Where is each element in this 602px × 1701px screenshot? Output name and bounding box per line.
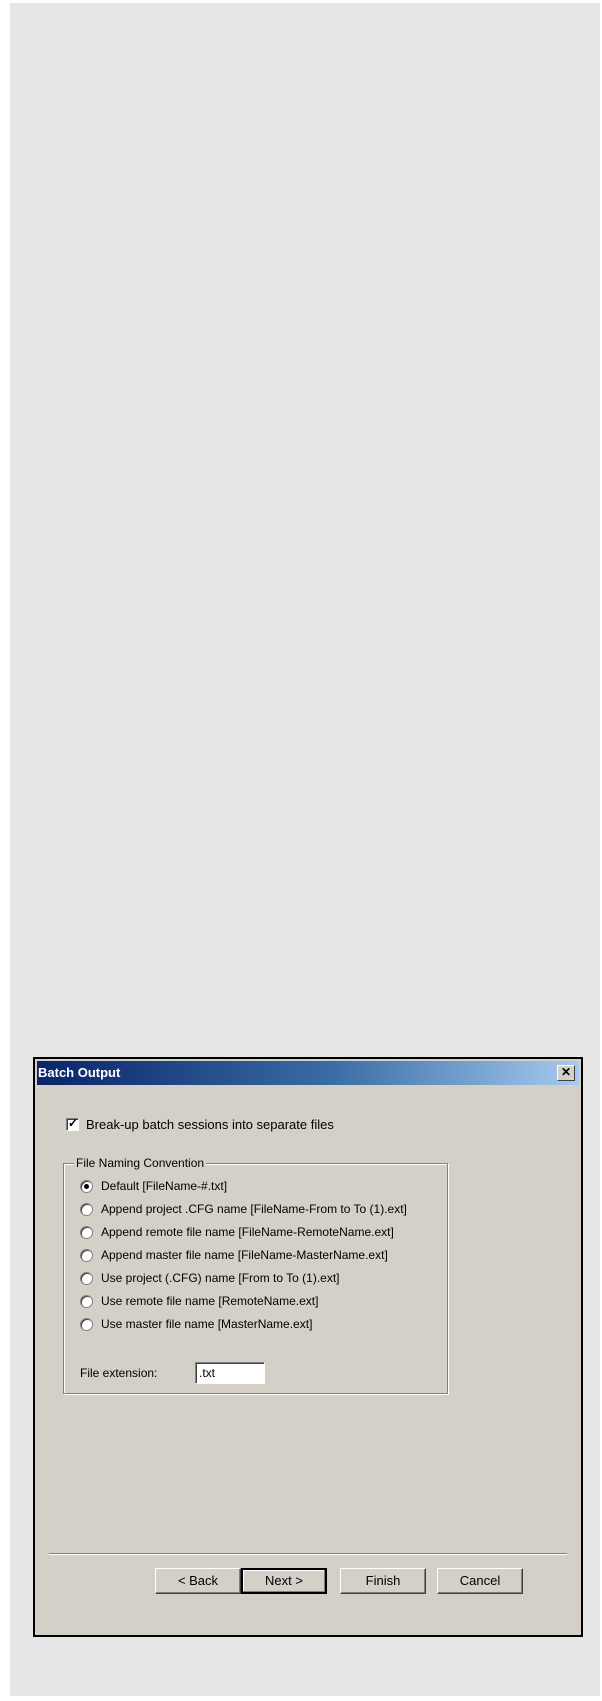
radio-option-use-project-cfg[interactable]: Use project (.CFG) name [From to To (1).… [80,1271,340,1285]
title-bar: Batch Output ✕ [37,1061,579,1085]
break-up-sessions-checkbox-row[interactable]: ✓ Break-up batch sessions into separate … [66,1116,334,1132]
dialog-title: Batch Output [38,1065,121,1080]
radio-button[interactable] [80,1225,93,1239]
radio-option-append-master[interactable]: Append master file name [FileName-Master… [80,1248,388,1262]
finish-button[interactable]: Finish [340,1568,426,1594]
radio-label: Append remote file name [FileName-Remote… [101,1225,394,1239]
radio-button[interactable] [80,1317,93,1331]
group-legend: File Naming Convention [74,1156,207,1170]
radio-option-default[interactable]: Default [FileName-#.txt] [80,1179,227,1193]
radio-button[interactable] [80,1294,93,1308]
next-button[interactable]: Next > [241,1568,327,1594]
radio-label: Use project (.CFG) name [From to To (1).… [101,1271,340,1285]
checkmark-icon: ✓ [68,1116,79,1130]
batch-output-dialog: Batch Output ✕ ✓ Break-up batch sessions… [33,1057,583,1637]
radio-button[interactable] [80,1202,93,1216]
radio-option-append-project-cfg[interactable]: Append project .CFG name [FileName-From … [80,1202,407,1216]
file-extension-label: File extension: [80,1366,158,1380]
file-naming-convention-group: File Naming Convention Default [FileName… [63,1156,448,1394]
close-button[interactable]: ✕ [557,1065,575,1081]
radio-option-use-master[interactable]: Use master file name [MasterName.ext] [80,1317,312,1331]
radio-button[interactable] [80,1271,93,1285]
radio-label: Append master file name [FileName-Master… [101,1248,388,1262]
file-extension-input[interactable] [195,1362,265,1384]
radio-label: Use remote file name [RemoteName.ext] [101,1294,319,1308]
radio-selected-dot [84,1183,89,1189]
cancel-button[interactable]: Cancel [437,1568,523,1594]
footer-divider [49,1553,567,1555]
back-button[interactable]: < Back [155,1568,241,1594]
radio-label: Default [FileName-#.txt] [101,1179,228,1193]
close-icon: ✕ [560,1065,572,1079]
radio-option-append-remote[interactable]: Append remote file name [FileName-Remote… [80,1225,394,1239]
break-up-sessions-label: Break-up batch sessions into separate fi… [86,1117,334,1132]
radio-option-use-remote[interactable]: Use remote file name [RemoteName.ext] [80,1294,318,1308]
break-up-sessions-checkbox[interactable]: ✓ [66,1116,79,1131]
radio-label: Use master file name [MasterName.ext] [101,1317,313,1331]
radio-button[interactable] [80,1248,93,1262]
radio-button[interactable] [80,1179,93,1193]
radio-label: Append project .CFG name [FileName-From … [101,1202,407,1216]
